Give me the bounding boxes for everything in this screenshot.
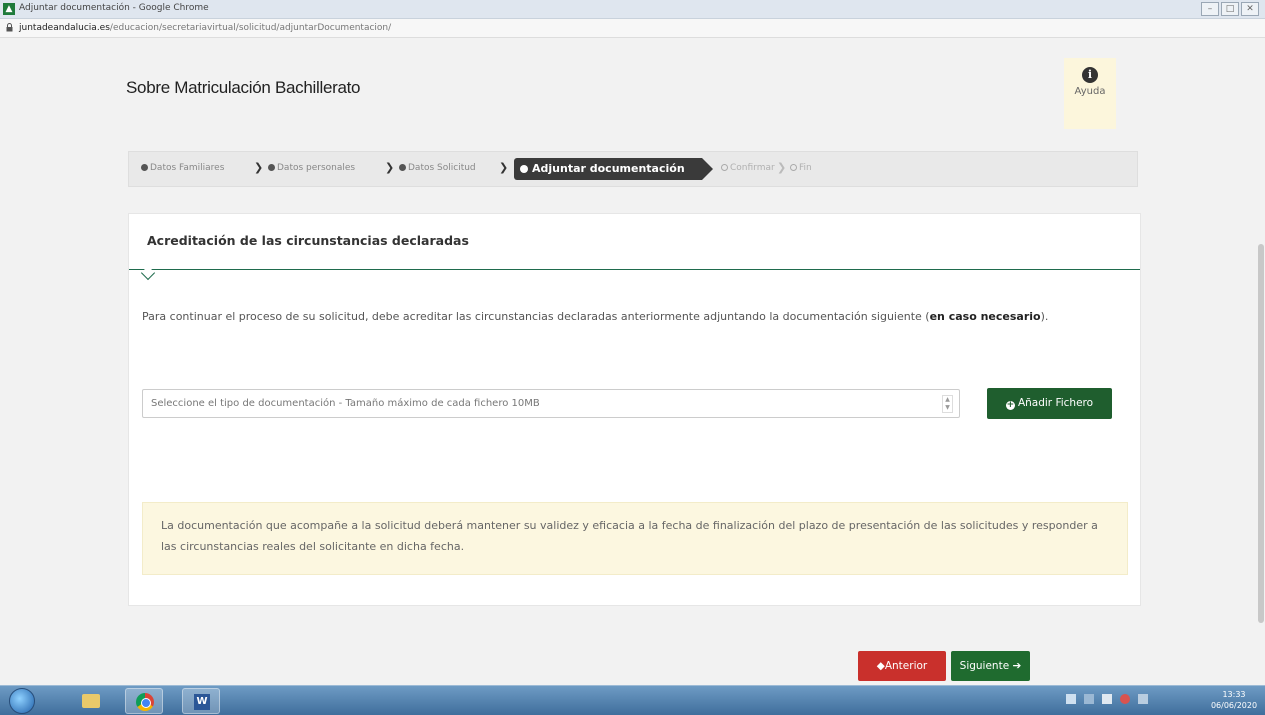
panel-title: Acreditación de las circunstancias decla…	[147, 233, 469, 248]
circle-outline-icon	[790, 164, 797, 171]
chrome-icon	[136, 693, 154, 711]
step-label: Datos personales	[277, 163, 356, 173]
current-step-icon	[520, 165, 528, 173]
help-label: Ayuda	[1074, 86, 1106, 97]
active-step-arrow	[702, 158, 713, 180]
taskbar-clock[interactable]: 13:33 06/06/2020	[1208, 689, 1260, 711]
minimize-button[interactable]: –	[1201, 2, 1219, 16]
url-text[interactable]: juntadeandalucia.es/educacion/secretaria…	[19, 23, 391, 33]
address-bar[interactable]: juntadeandalucia.es/educacion/secretaria…	[0, 19, 1265, 38]
scrollbar-thumb[interactable]	[1258, 244, 1264, 623]
arrow-left-icon: ◆	[876, 660, 885, 672]
help-button[interactable]: i Ayuda	[1064, 58, 1116, 129]
windows-taskbar: W 13:33 06/06/2020	[0, 685, 1265, 715]
step-fin: Fin	[790, 163, 812, 173]
step-datos-familiares[interactable]: Datos Familiares	[141, 163, 224, 173]
start-button[interactable]	[9, 688, 35, 714]
step-label: Datos Familiares	[150, 163, 225, 173]
chevron-right-icon: ❯	[254, 161, 264, 174]
chevron-right-icon: ❯	[777, 161, 787, 174]
step-datos-personales[interactable]: Datos personales	[268, 163, 355, 173]
step-label: Datos Solicitud	[408, 163, 476, 173]
panel-divider	[129, 269, 1140, 270]
window-controls: – □ ✕	[1201, 2, 1259, 16]
previous-label: Anterior	[884, 660, 928, 672]
intro-text: Para continuar el proceso de su solicitu…	[142, 306, 1122, 327]
chevron-right-icon: ❯	[499, 161, 509, 174]
lock-icon	[6, 23, 13, 32]
network-icon[interactable]	[1102, 694, 1112, 704]
close-button[interactable]: ✕	[1241, 2, 1259, 16]
select-arrows-icon: ▲ ▼	[942, 395, 953, 413]
intro-end: ).	[1040, 310, 1049, 323]
url-host: juntadeandalucia.es	[19, 23, 110, 33]
previous-button[interactable]: ◆Anterior	[858, 651, 946, 681]
add-file-button[interactable]: + Añadir Fichero	[987, 388, 1112, 419]
word-icon: W	[194, 694, 210, 710]
step-label: Fin	[799, 163, 812, 173]
explorer-taskbar-button[interactable]	[72, 688, 110, 714]
step-adjuntar-documentacion: Adjuntar documentación	[514, 158, 714, 180]
page-scrollbar[interactable]	[1257, 57, 1265, 685]
step-label: Confirmar	[730, 163, 775, 173]
step-confirmar: Confirmar	[721, 163, 775, 173]
volume-icon[interactable]	[1138, 694, 1148, 704]
window-titlebar: ▲ Adjuntar documentación - Google Chrome…	[0, 0, 1265, 19]
antivirus-icon[interactable]	[1120, 694, 1130, 704]
system-tray	[1066, 694, 1148, 704]
word-taskbar-button[interactable]: W	[182, 688, 220, 714]
page-content: Sobre Matriculación Bachillerato i Ayuda…	[0, 38, 1265, 685]
junta-logo-icon: ▲	[3, 3, 15, 15]
arrow-right-icon: ➔	[1012, 660, 1022, 672]
select-placeholder: Seleccione el tipo de documentación - Ta…	[151, 398, 540, 409]
progress-stepper: Datos Familiares ❯ Datos personales ❯ Da…	[128, 151, 1138, 187]
step-datos-solicitud[interactable]: Datos Solicitud	[399, 163, 476, 173]
next-label: Siguiente	[959, 660, 1010, 672]
page-title: Sobre Matriculación Bachillerato	[126, 78, 361, 97]
next-button[interactable]: Siguiente ➔	[951, 651, 1030, 681]
active-step-label: Adjuntar documentación	[514, 158, 702, 180]
document-type-select[interactable]: Seleccione el tipo de documentación - Ta…	[142, 389, 960, 418]
check-icon	[399, 164, 406, 171]
chevron-right-icon: ❯	[385, 161, 395, 174]
step-label: Adjuntar documentación	[532, 162, 685, 175]
clock-date: 06/06/2020	[1210, 701, 1258, 710]
intro-bold: en caso necesario	[929, 310, 1041, 323]
validity-notice: La documentación que acompañe a la solic…	[142, 502, 1128, 575]
add-file-label: Añadir Fichero	[1017, 397, 1094, 409]
intro-main: Para continuar el proceso de su solicitu…	[142, 310, 930, 323]
flag-icon[interactable]	[1084, 694, 1094, 704]
clock-time: 13:33	[1222, 690, 1246, 699]
keyboard-icon[interactable]	[1066, 694, 1076, 704]
folder-icon	[82, 694, 100, 708]
check-icon	[141, 164, 148, 171]
documentation-panel: Acreditación de las circunstancias decla…	[128, 213, 1141, 606]
chrome-taskbar-button[interactable]	[125, 688, 163, 714]
circle-outline-icon	[721, 164, 728, 171]
info-icon: i	[1082, 67, 1098, 83]
plus-circle-icon: +	[1005, 400, 1015, 410]
maximize-button[interactable]: □	[1221, 2, 1239, 16]
window-title: Adjuntar documentación - Google Chrome	[19, 3, 209, 13]
check-icon	[268, 164, 275, 171]
url-path: /educacion/secretariavirtual/solicitud/a…	[109, 23, 392, 33]
